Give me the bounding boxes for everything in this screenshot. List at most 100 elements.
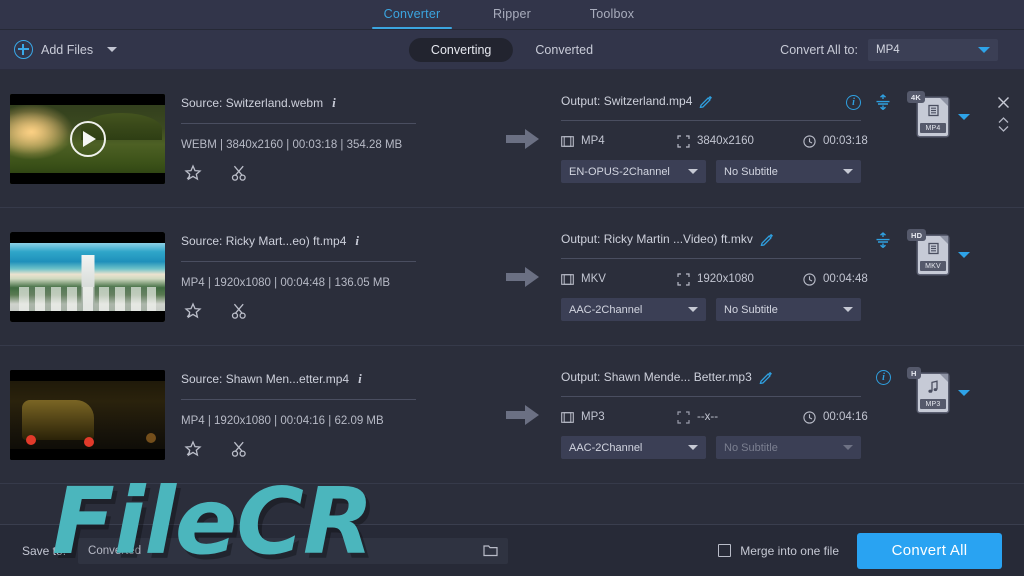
- output-format: MP4: [581, 135, 605, 147]
- tab-ripper[interactable]: Ripper: [462, 0, 562, 29]
- save-to-path-input[interactable]: Converted: [78, 537, 509, 564]
- add-files-button[interactable]: Add Files: [14, 40, 118, 59]
- info-italic-icon[interactable]: i: [355, 234, 359, 247]
- chevron-down-icon: [688, 445, 698, 450]
- arrow-right-icon: [506, 128, 539, 149]
- file-format-icon[interactable]: HD MKV: [907, 229, 948, 274]
- folder-icon[interactable]: [483, 544, 498, 557]
- output-resolution-cell: 1920x1080: [677, 272, 797, 286]
- source-info: Source: Ricky Mart...eo) ft.mp4 i MP4 | …: [175, 234, 485, 320]
- thumbnail-cell: [0, 93, 175, 184]
- tab-toolbox-label: Toolbox: [589, 7, 635, 21]
- source-tools: [181, 301, 485, 320]
- tab-toolbox[interactable]: Toolbox: [562, 0, 662, 29]
- reorder-updown-icon[interactable]: [997, 116, 1010, 133]
- convert-all-to-label: Convert All to:: [780, 42, 858, 57]
- table-row: Source: Shawn Men...etter.mp4 i MP4 | 19…: [0, 346, 1024, 484]
- file-format-icon[interactable]: H MP3: [907, 367, 948, 412]
- format-badge[interactable]: HD MKV: [907, 229, 970, 274]
- trim-scissors-icon[interactable]: [230, 302, 248, 320]
- source-metadata: MP4 | 1920x1080 | 00:04:16 | 62.09 MB: [181, 414, 384, 427]
- format-tag-label: MKV: [920, 261, 946, 271]
- divider: [561, 120, 861, 121]
- caret-down-icon[interactable]: [107, 47, 118, 52]
- output-format-cell: MP3: [561, 411, 671, 423]
- audio-track-select[interactable]: AAC-2Channel: [561, 298, 706, 321]
- output-resolution-cell: 3840x2160: [677, 134, 797, 148]
- segment-converting[interactable]: Converting: [408, 37, 514, 62]
- output-track-selects: EN-OPUS-2Channel No Subtitle: [561, 160, 891, 183]
- info-italic-icon[interactable]: i: [332, 96, 336, 109]
- arrow-right-icon: [506, 404, 539, 425]
- convert-all-to-control: Convert All to: MP4: [780, 38, 998, 61]
- quality-badge: 4K: [907, 91, 925, 103]
- output-title-wrap: Output: Ricky Martin ...Video) ft.mkv: [561, 232, 891, 246]
- info-italic-icon[interactable]: i: [358, 372, 362, 385]
- toolbar: Add Files Converting Converted Convert A…: [0, 30, 1024, 70]
- format-badge[interactable]: 4K MP4: [907, 91, 970, 136]
- merge-icon[interactable]: [875, 232, 891, 248]
- trim-scissors-icon[interactable]: [230, 164, 248, 182]
- info-circle-icon[interactable]: i: [846, 94, 861, 110]
- thumbnail-shawn-mendes[interactable]: [10, 369, 165, 460]
- resize-icon: [677, 134, 690, 148]
- source-filename: Source: Shawn Men...etter.mp4: [181, 371, 350, 386]
- thumbnail-ricky-martin[interactable]: [10, 231, 165, 322]
- segment-converted[interactable]: Converted: [513, 38, 615, 62]
- output-actions: [875, 232, 891, 248]
- effect-icon[interactable]: [184, 439, 202, 458]
- merge-into-one-file-checkbox[interactable]: Merge into one file: [718, 544, 839, 558]
- main-navigation-tabs: Converter Ripper Toolbox: [0, 0, 1024, 30]
- source-filename: Source: Ricky Mart...eo) ft.mp4: [181, 233, 347, 248]
- output-actions: i: [846, 94, 891, 110]
- convert-all-to-select[interactable]: MP4: [868, 38, 998, 61]
- add-files-label: Add Files: [41, 42, 94, 57]
- source-tools: [181, 439, 485, 458]
- output-resolution-cell: --x--: [677, 410, 797, 424]
- film-icon: [927, 104, 939, 117]
- pencil-icon[interactable]: [699, 94, 713, 108]
- output-info: Output: Shawn Mende... Better.mp3 i MP3 …: [561, 370, 891, 459]
- format-tag-label: MP3: [920, 399, 946, 409]
- output-actions: i: [876, 370, 891, 385]
- row-right-controls: H MP3: [904, 346, 1024, 483]
- effect-icon[interactable]: [184, 163, 202, 182]
- pencil-icon[interactable]: [759, 370, 773, 384]
- pencil-icon[interactable]: [760, 232, 774, 246]
- save-to-path-value: Converted: [88, 544, 142, 557]
- chevron-down-icon: [688, 169, 698, 174]
- trim-scissors-icon[interactable]: [230, 440, 248, 458]
- conversion-arrow-cell: [485, 266, 561, 288]
- film-icon: [561, 411, 574, 423]
- bottom-bar: Save to: Converted Merge into one file C…: [0, 524, 1024, 576]
- play-icon[interactable]: [69, 120, 106, 157]
- status-filter-segments: Converting Converted: [408, 37, 615, 62]
- format-badge[interactable]: H MP3: [907, 367, 970, 412]
- info-circle-icon[interactable]: i: [876, 370, 891, 385]
- convert-all-button[interactable]: Convert All: [857, 532, 1002, 569]
- close-x-icon[interactable]: [997, 96, 1010, 109]
- file-format-icon[interactable]: 4K MP4: [907, 91, 948, 136]
- subtitle-track-select[interactable]: No Subtitle: [716, 160, 861, 183]
- merge-icon[interactable]: [875, 94, 891, 110]
- output-format: MP3: [581, 411, 605, 423]
- format-tag-label: MP4: [920, 123, 946, 133]
- audio-track-select[interactable]: AAC-2Channel: [561, 436, 706, 459]
- subtitle-track-select[interactable]: No Subtitle: [716, 298, 861, 321]
- tab-converter[interactable]: Converter: [362, 0, 462, 29]
- audio-track-select[interactable]: EN-OPUS-2Channel: [561, 160, 706, 183]
- caret-down-icon[interactable]: [958, 114, 970, 120]
- source-title-wrap: Source: Switzerland.webm i: [181, 96, 485, 110]
- bottom-actions: Merge into one file Convert All: [718, 532, 1002, 569]
- caret-down-icon[interactable]: [958, 252, 970, 258]
- source-metadata: MP4 | 1920x1080 | 00:04:48 | 136.05 MB: [181, 276, 391, 289]
- output-format-cell: MKV: [561, 273, 671, 285]
- output-resolution: --x--: [697, 411, 719, 423]
- film-icon: [561, 135, 574, 147]
- divider: [181, 260, 416, 262]
- caret-down-icon[interactable]: [958, 390, 970, 396]
- thumbnail-switzerland[interactable]: [10, 93, 165, 184]
- checkbox-box[interactable]: [718, 544, 732, 557]
- clock-icon: [803, 134, 816, 148]
- effect-icon[interactable]: [184, 301, 202, 320]
